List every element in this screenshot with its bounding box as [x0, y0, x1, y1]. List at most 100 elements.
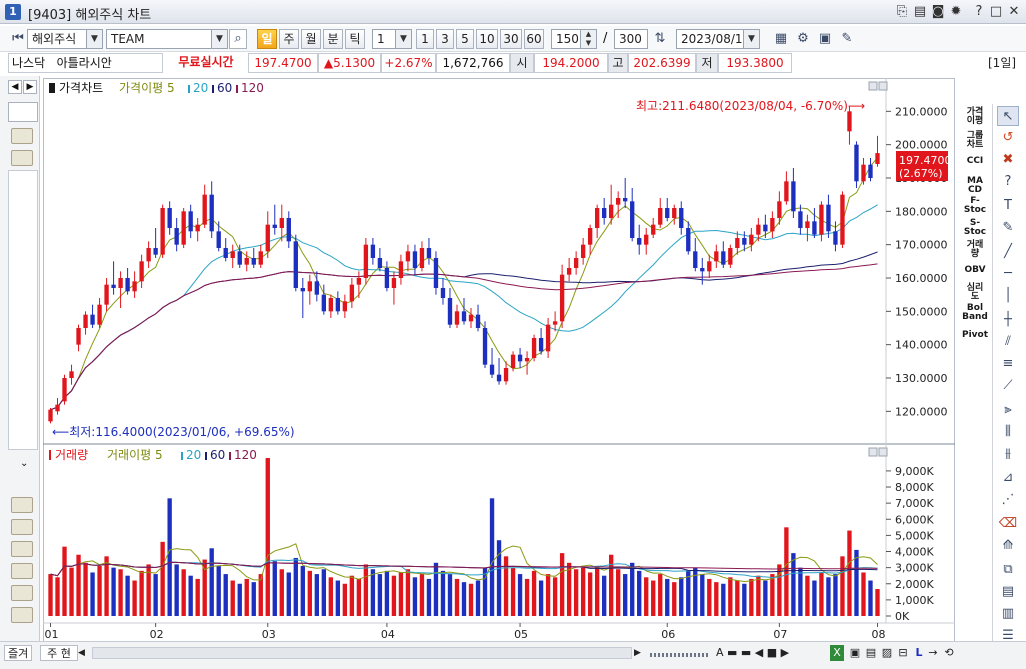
panel-close-icon[interactable]	[878, 81, 888, 91]
period-day-button[interactable]: 일	[257, 29, 277, 49]
fan-line-icon[interactable]: ⟋	[997, 376, 1019, 396]
chevron-down-icon[interactable]: ▼	[211, 30, 227, 48]
horizontal-scrollbar[interactable]	[92, 647, 632, 659]
pen-tool-icon[interactable]: ✎	[997, 218, 1019, 238]
stepper-arrows-icon[interactable]: ▲ ▼	[580, 30, 596, 48]
interval-3-button[interactable]: 3	[436, 29, 454, 49]
channel-icon[interactable]: ⫽	[997, 332, 1019, 352]
chart-analysis-icon[interactable]: ▥	[997, 604, 1019, 624]
reset-icon[interactable]: ⟲	[942, 645, 956, 661]
chart-type-icon[interactable]: ▤	[864, 645, 878, 661]
save-icon[interactable]: ▣	[815, 29, 835, 49]
help-button[interactable]: ?	[970, 3, 988, 21]
date-select[interactable]: 2023/08/11 ▼	[676, 29, 760, 49]
fibonacci-icon[interactable]: ⫼	[997, 422, 1019, 442]
tools-icon[interactable]: ✎	[837, 29, 857, 49]
zoom-slider[interactable]	[650, 653, 710, 657]
panel-minimize-icon[interactable]	[868, 81, 878, 91]
adjust-icon[interactable]: ⇅	[650, 29, 670, 49]
excel-export-icon[interactable]: X	[830, 645, 844, 661]
camera-icon[interactable]: ◙	[929, 3, 947, 21]
interval-1-button[interactable]: 1	[416, 29, 434, 49]
parallel-line-icon[interactable]: ≡	[997, 354, 1019, 374]
scroll-left-icon[interactable]: ◀	[78, 645, 92, 661]
folder-icon[interactable]	[11, 497, 33, 513]
trend-line-icon[interactable]: ╱	[997, 242, 1019, 262]
document-icon[interactable]: ▤	[997, 582, 1019, 602]
image-icon[interactable]: ▨	[880, 645, 894, 661]
copy-icon[interactable]: ⧉	[997, 560, 1019, 580]
symbol-input[interactable]: TEAM ▼	[106, 29, 228, 49]
close-button[interactable]: ✕	[1005, 3, 1023, 21]
left-search-input[interactable]	[8, 102, 38, 122]
left-list[interactable]	[8, 170, 38, 450]
first-page-icon[interactable]: ⏮	[8, 29, 28, 49]
folder-icon[interactable]	[11, 541, 33, 557]
text-tool-icon[interactable]: T	[997, 196, 1019, 216]
folder-icon[interactable]	[11, 585, 33, 601]
chevron-down-icon[interactable]: ▼	[743, 30, 759, 48]
indicator-cci[interactable]: CCI	[960, 157, 990, 166]
cursor-arrow-icon[interactable]: ↖	[997, 106, 1019, 126]
grid-line-icon[interactable]: ⫵	[997, 444, 1019, 464]
collapse-chevron-icon[interactable]: ⌄	[20, 458, 28, 469]
search-icon[interactable]: ⌕	[229, 29, 247, 49]
cross-line-icon[interactable]: ┼	[997, 310, 1019, 330]
market-select[interactable]: 해외주식 ▼	[27, 29, 103, 49]
folder-icon[interactable]	[11, 563, 33, 579]
auto-trend-icon[interactable]: ⟰	[997, 536, 1019, 556]
indicator-obv[interactable]: OBV	[960, 266, 990, 275]
chevron-down-icon[interactable]: ▼	[395, 30, 411, 48]
indicator-price-ma[interactable]: 가격 이평	[960, 108, 990, 126]
indicator-volume[interactable]: 거래 량	[960, 241, 990, 259]
interval-5-button[interactable]: 5	[456, 29, 474, 49]
period-month-button[interactable]: 월	[301, 29, 321, 49]
favorites-tab[interactable]: 즐겨	[4, 645, 33, 661]
folder-icon[interactable]	[11, 150, 33, 166]
interval-60-button[interactable]: 60	[524, 29, 544, 49]
save-icon[interactable]: ▣	[848, 645, 862, 661]
zoom-controls[interactable]: A ▬ ▬ ◀ ■ ▶	[716, 645, 789, 661]
indicator-macd[interactable]: MA CD	[960, 177, 990, 195]
chart-grid-icon[interactable]: ▦	[771, 29, 791, 49]
period-minute-button[interactable]: 분	[323, 29, 343, 49]
period-week-button[interactable]: 주	[279, 29, 299, 49]
indicator-group-chart[interactable]: 그룹 차트	[960, 132, 990, 150]
arrow-icon[interactable]: →	[926, 645, 940, 661]
folder-icon[interactable]	[11, 607, 33, 623]
indicator-s-stoc[interactable]: S- Stoc	[960, 219, 990, 237]
zoom-fit-icon[interactable]: ⊟	[896, 645, 910, 661]
indicator-pivot[interactable]: Pivot	[960, 331, 990, 340]
panel-close-icon[interactable]	[878, 447, 888, 457]
help-icon[interactable]: ?	[997, 172, 1019, 192]
layout-l-icon[interactable]: L	[912, 645, 926, 661]
price-volume-chart[interactable]: 210.0000200.0000190.0000180.0000170.0000…	[43, 78, 955, 640]
save-icon[interactable]: ▤	[911, 3, 929, 21]
maximize-button[interactable]: □	[987, 3, 1005, 21]
link-icon[interactable]: ⎘	[893, 3, 911, 21]
cycle-line-icon[interactable]: ⫸	[997, 400, 1019, 420]
scroll-left-icon[interactable]: ◀	[8, 80, 22, 94]
scroll-right-icon[interactable]: ▶	[634, 645, 648, 661]
delete-all-icon[interactable]: ✖	[997, 150, 1019, 170]
vertical-line-icon[interactable]: │	[997, 286, 1019, 306]
horizontal-line-icon[interactable]: ─	[997, 264, 1019, 284]
indicator-psy[interactable]: 심리 도	[960, 284, 990, 302]
interval-10-button[interactable]: 10	[476, 29, 498, 49]
folder-icon[interactable]	[11, 128, 33, 144]
interval-30-button[interactable]: 30	[500, 29, 522, 49]
view-tab[interactable]: 주 현	[40, 645, 78, 661]
settings-gear-icon[interactable]: ✹	[947, 3, 965, 21]
scroll-right-icon[interactable]: ▶	[23, 80, 37, 94]
chevron-down-icon[interactable]: ▼	[86, 30, 102, 48]
interval-select[interactable]: 1 ▼	[372, 29, 412, 49]
speed-line-icon[interactable]: ⊿	[997, 468, 1019, 488]
period-tick-button[interactable]: 틱	[345, 29, 365, 49]
count-total-field[interactable]: 300	[614, 29, 648, 49]
panel-minimize-icon[interactable]	[868, 447, 878, 457]
eraser-icon[interactable]: ⌫	[997, 514, 1019, 534]
settings-gear-icon[interactable]: ⚙	[793, 29, 813, 49]
undo-icon[interactable]: ↺	[997, 128, 1019, 148]
indicator-bol-band[interactable]: Bol Band	[960, 304, 990, 322]
indicator-f-stoc[interactable]: F- Stoc	[960, 197, 990, 215]
